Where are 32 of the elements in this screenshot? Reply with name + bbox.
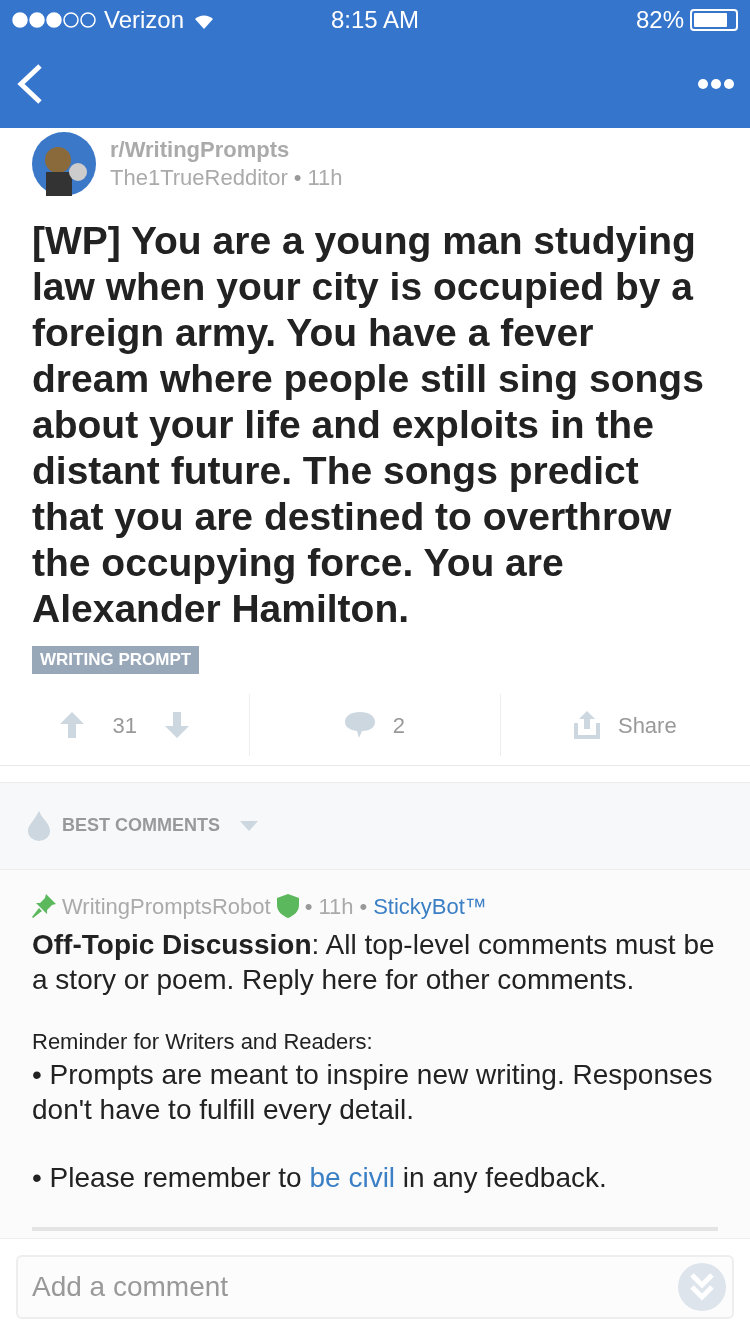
- more-icon[interactable]: [698, 79, 734, 89]
- carrier: Verizon: [104, 5, 185, 35]
- back-icon[interactable]: [16, 63, 44, 105]
- separator-dot: •: [359, 892, 368, 921]
- battery-icon: [690, 9, 738, 31]
- signal-icon: [12, 12, 96, 28]
- comment-paragraph: • Prompts are meant to inspire new writing. Responses don't have to fulfill every detail.: [32, 1057, 714, 1127]
- battery-percent: 82%: [635, 5, 684, 35]
- comment-paragraph: • Please remember to be civil in any feedback.: [32, 1160, 608, 1195]
- comment-author[interactable]: WritingPromptsRobot: [62, 889, 271, 923]
- separator-dot: •: [293, 164, 302, 192]
- subreddit-link[interactable]: r/WritingPrompts: [110, 136, 343, 164]
- score: 31: [112, 711, 137, 740]
- share-icon: [573, 711, 600, 739]
- caret-icon: [240, 820, 258, 831]
- author-name[interactable]: The1TrueRedditor: [110, 164, 288, 192]
- user-flair: StickyBot™: [373, 892, 487, 921]
- share-button[interactable]: Share: [500, 694, 750, 756]
- comment-icon: [344, 712, 375, 738]
- clock: 8:15 AM: [329, 5, 421, 35]
- post-age: 11h: [307, 164, 343, 192]
- comment-paragraph: Off-Topic Discussion: All top-level comments must be a story or poem. Reply here for other comments.: [32, 927, 716, 997]
- flair-tag: WRITING PROMPT: [32, 646, 200, 674]
- comments-button[interactable]: 2: [250, 694, 501, 756]
- separator-dot: •: [304, 892, 313, 921]
- comment-paragraph: Reminder for Writers and Readers:: [32, 1027, 374, 1056]
- comment-age: 11h: [318, 892, 354, 921]
- sort-dropdown[interactable]: BEST COMMENTS: [62, 812, 258, 839]
- post-title: [WP] You are a young man studying law when your city is occupied by a foreign army. You have a fever dream where people still sing songs about your life and exploits in the distant future. The songs predict that you are destined to overthrow the occupying force. You are Alexander Hamilton.: [32, 218, 705, 632]
- comment-field[interactable]: Add a comment: [16, 1254, 734, 1319]
- avatar[interactable]: [32, 132, 96, 196]
- rules-link[interactable]: be civil: [309, 1161, 396, 1193]
